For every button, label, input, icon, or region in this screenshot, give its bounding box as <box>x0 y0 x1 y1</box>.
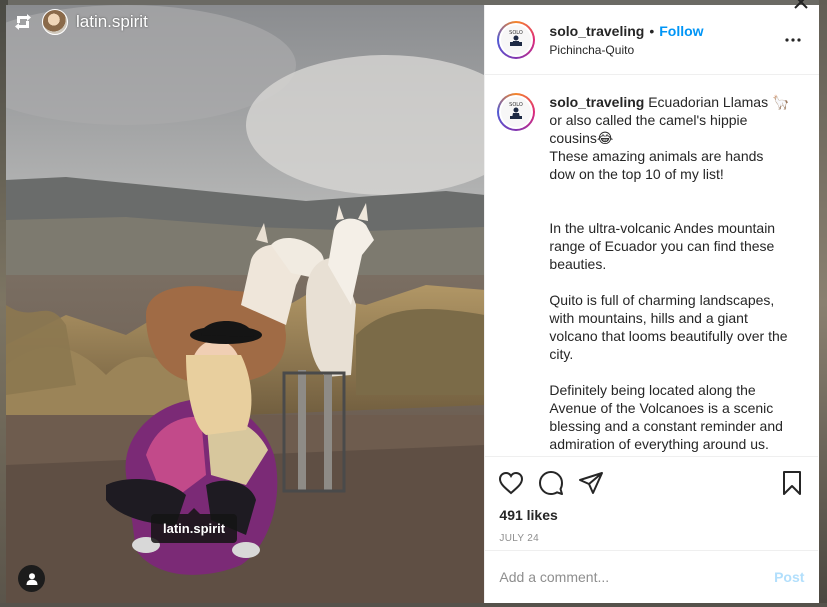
like-button[interactable] <box>497 469 525 497</box>
llama-photo-scene <box>6 5 485 603</box>
post-header: SOLO solo_traveling • Follow Pichincha-Q… <box>485 5 819 75</box>
more-options-button[interactable] <box>781 28 805 52</box>
save-button[interactable] <box>778 469 806 497</box>
user-tags-button[interactable] <box>18 565 45 592</box>
caption-para3: Definitely being located along the Avenu… <box>549 382 787 452</box>
heart-icon <box>499 471 524 495</box>
post-comment-button[interactable]: Post <box>774 569 804 585</box>
post-date: JULY 24 <box>499 533 539 544</box>
post-details-panel: SOLO solo_traveling • Follow Pichincha-Q… <box>484 5 819 603</box>
background-right <box>819 0 827 607</box>
comment-bar: Post <box>485 550 819 603</box>
author-avatar[interactable]: SOLO <box>497 20 536 59</box>
comment-icon <box>539 471 564 495</box>
photo-tag-label[interactable]: latin.spirit <box>151 508 238 543</box>
caption-area[interactable]: SOLO solo_traveling Ecuadorian Llamas 🦙 … <box>485 75 818 456</box>
share-icon <box>579 472 604 494</box>
svg-text:SOLO: SOLO <box>510 30 524 36</box>
repost-avatar[interactable] <box>42 9 68 35</box>
background-bottom <box>0 603 827 607</box>
caption-para2: Quito is full of charming landscapes, wi… <box>549 292 792 362</box>
comment-input[interactable] <box>499 569 775 585</box>
close-icon[interactable] <box>793 0 809 10</box>
repost-username[interactable]: latin.spirit <box>76 12 148 32</box>
location-link[interactable]: Pichincha-Quito <box>549 43 781 57</box>
bookmark-icon <box>783 471 802 495</box>
repost-bar: latin.spirit <box>12 9 148 35</box>
likes-count[interactable]: 491 likes <box>485 497 818 523</box>
follow-button[interactable]: Follow <box>659 23 703 39</box>
actions-area: 491 likes JULY 24 <box>485 456 819 551</box>
caption-author-avatar[interactable]: SOLO <box>497 93 536 131</box>
separator-dot: • <box>649 22 655 39</box>
more-options-icon <box>785 37 801 42</box>
post-modal: latin.spirit latin.spirit SOLO solo_trav… <box>6 5 819 603</box>
comment-button[interactable] <box>537 469 565 497</box>
repost-icon <box>12 11 34 33</box>
author-username[interactable]: solo_traveling <box>549 23 644 39</box>
caption-line2: These amazing animals are hands dow on t… <box>549 148 768 182</box>
svg-text:SOLO: SOLO <box>510 102 524 108</box>
caption-text: solo_traveling Ecuadorian Llamas 🦙 or al… <box>549 93 789 453</box>
caption-username[interactable]: solo_traveling <box>549 94 644 110</box>
caption-para1: In the ultra-volcanic Andes mountain ran… <box>549 220 779 272</box>
share-button[interactable] <box>577 469 605 497</box>
user-icon <box>26 572 37 585</box>
post-photo[interactable]: latin.spirit latin.spirit <box>6 5 485 603</box>
